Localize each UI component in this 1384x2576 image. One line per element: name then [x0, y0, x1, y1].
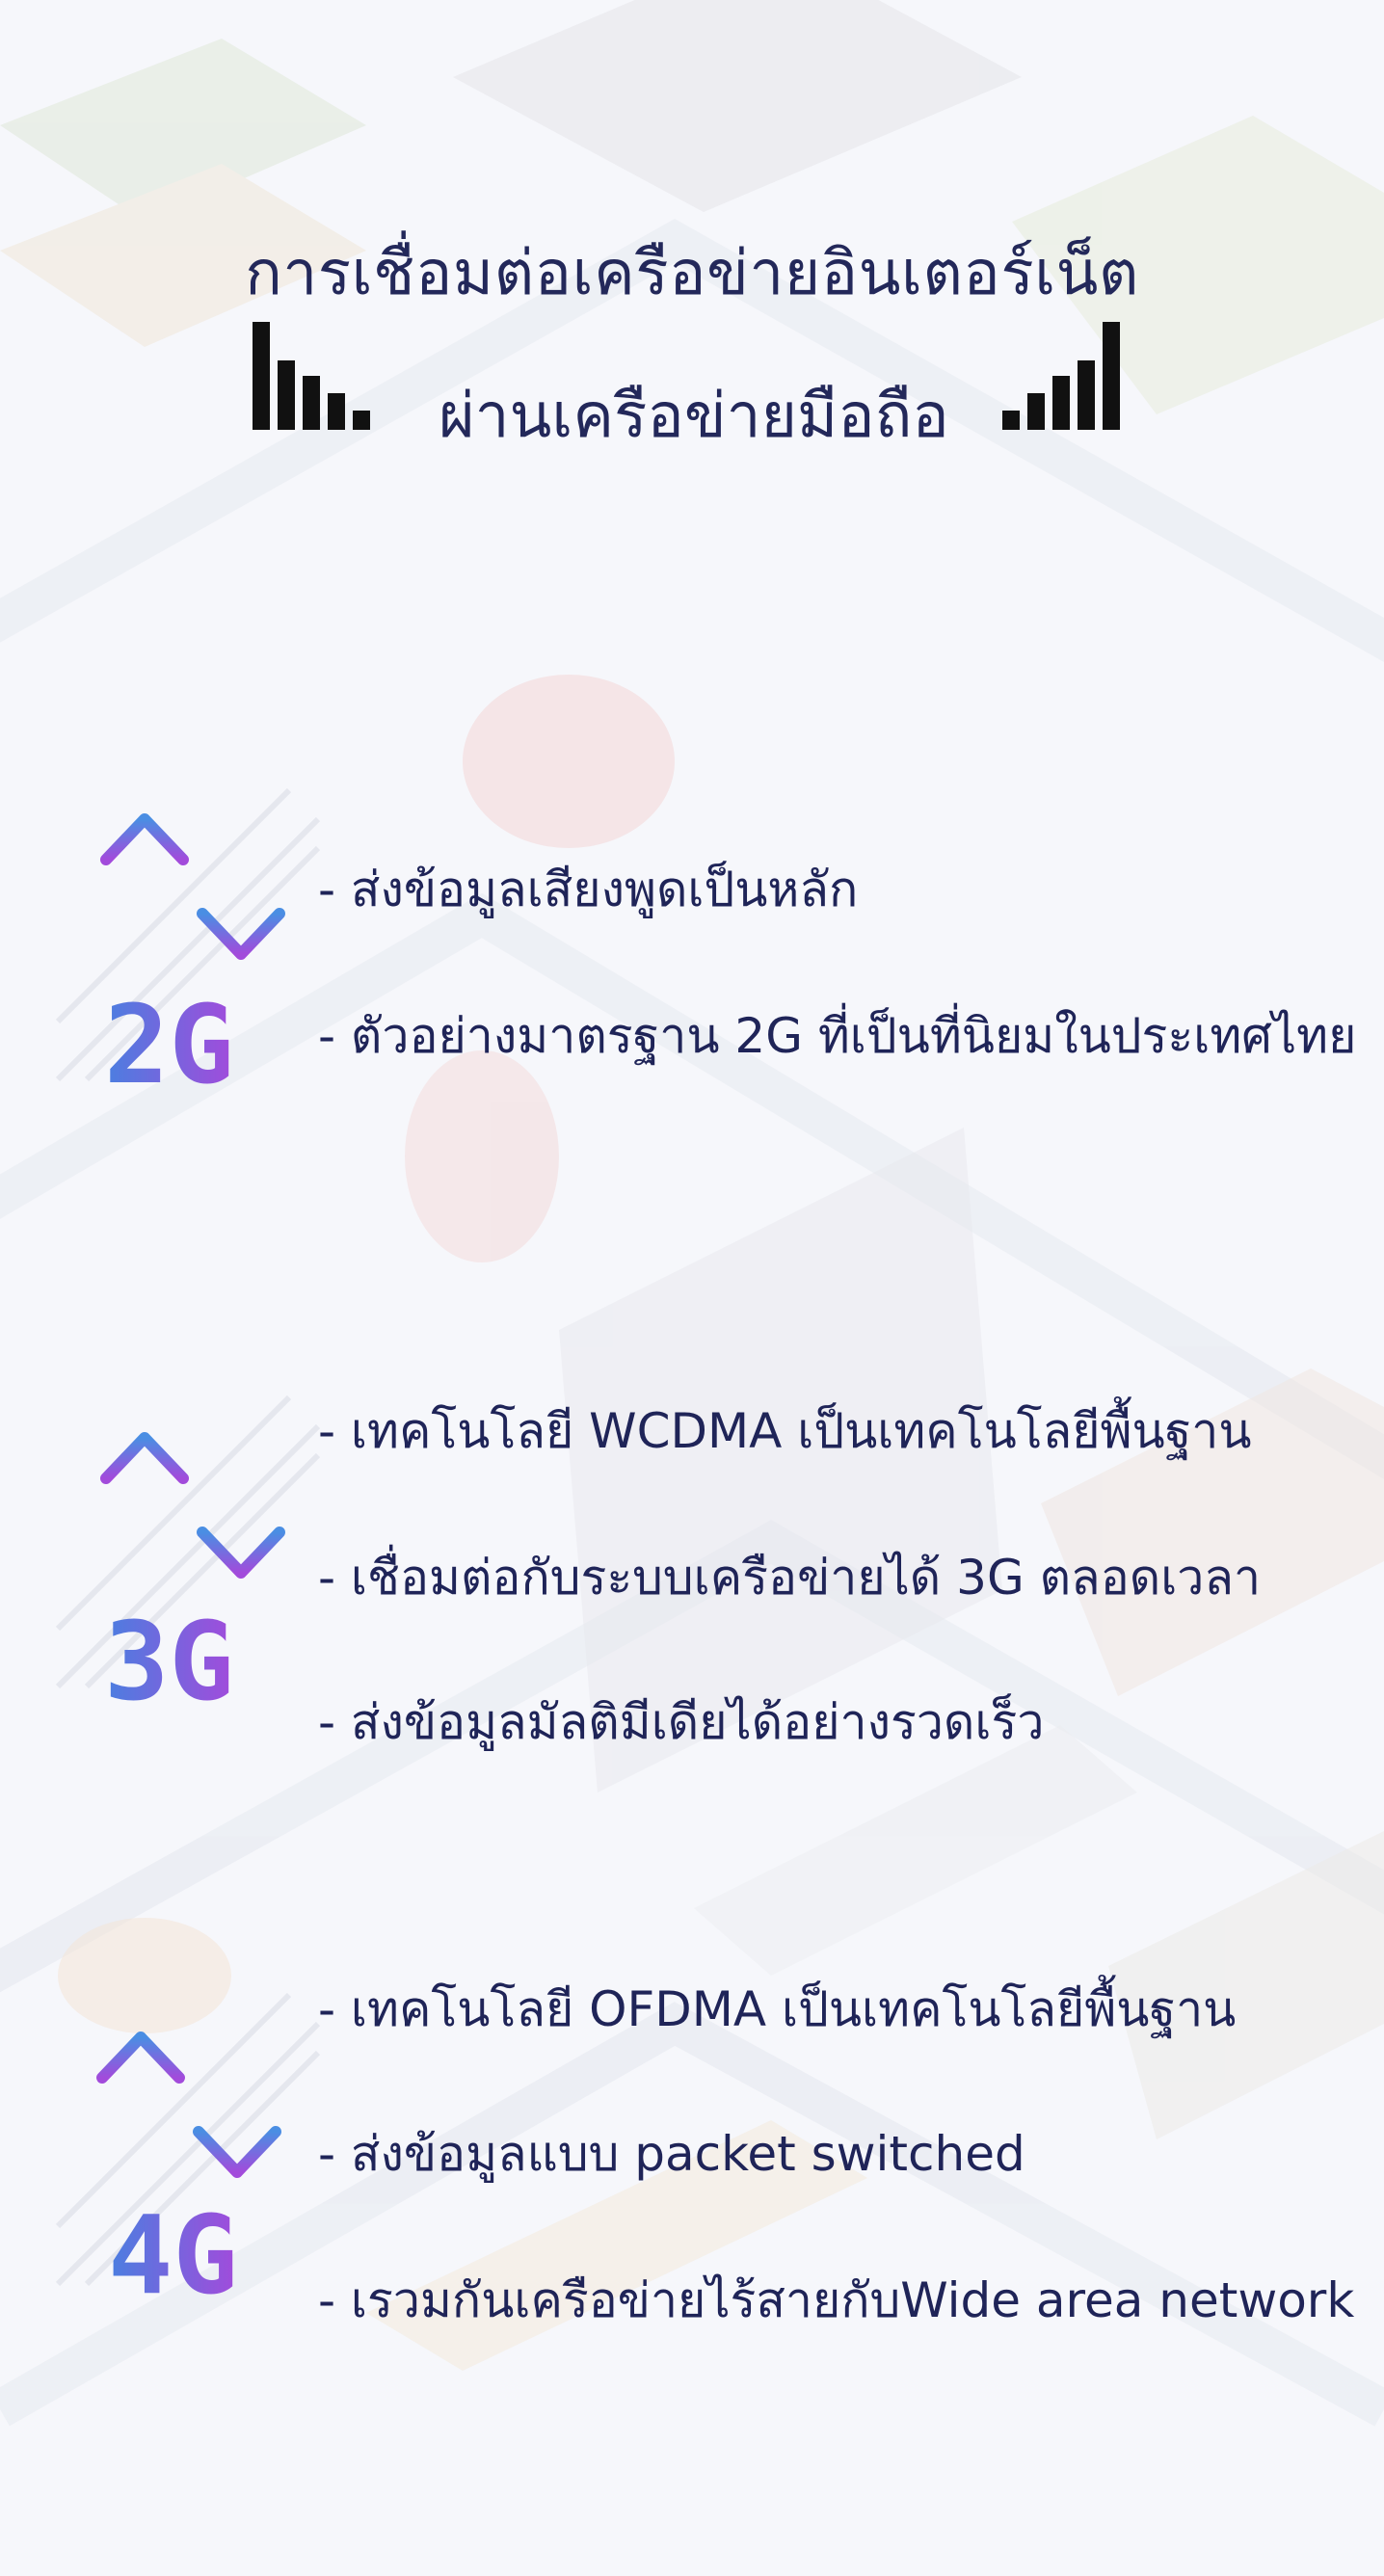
generation-label-2g: 2G [104, 983, 234, 1108]
bullet-item: - ส่งข้อมูลแบบ packet switched [318, 2126, 1025, 2182]
generation-label-4g: 4G [108, 2193, 238, 2319]
bullet-item: - ตัวอย่างมาตรฐาน 2G ที่เป็นที่นิยมในประ… [318, 1008, 1357, 1064]
signal-increasing-icon [1002, 322, 1120, 430]
generation-label-3g: 3G [104, 1600, 234, 1725]
bullet-item: - ส่งข้อมูลเสียงพูดเป็นหลัก [318, 862, 859, 917]
bullet-item: - เชื่อมต่อกับระบบเครือข่ายได้ 3G ตลอดเว… [318, 1550, 1262, 1606]
page-title: การเชื่อมต่อเครือข่ายอินเตอร์เน็ต [245, 238, 1139, 309]
bullet-item: - เทคโนโลยี OFDMA เป็นเทคโนโลยีพื้นฐาน [318, 1981, 1237, 2037]
bullet-item: - ส่งข้อมูลมัลติมีเดียได้อย่างรวดเร็ว [318, 1694, 1045, 1750]
up-down-arrows-icon [96, 2032, 281, 2178]
page-subtitle: ผ่านเครือข่ายมือถือ [439, 381, 949, 452]
bullet-item: - เรวมกันเครือข่ายไร้สายกับWide area net… [318, 2272, 1355, 2328]
up-down-arrows-icon [100, 813, 285, 960]
signal-decreasing-icon [253, 322, 370, 430]
up-down-arrows-icon [100, 1432, 285, 1579]
bullet-item: - เทคโนโลยี WCDMA เป็นเทคโนโลยีพื้นฐาน [318, 1403, 1252, 1459]
